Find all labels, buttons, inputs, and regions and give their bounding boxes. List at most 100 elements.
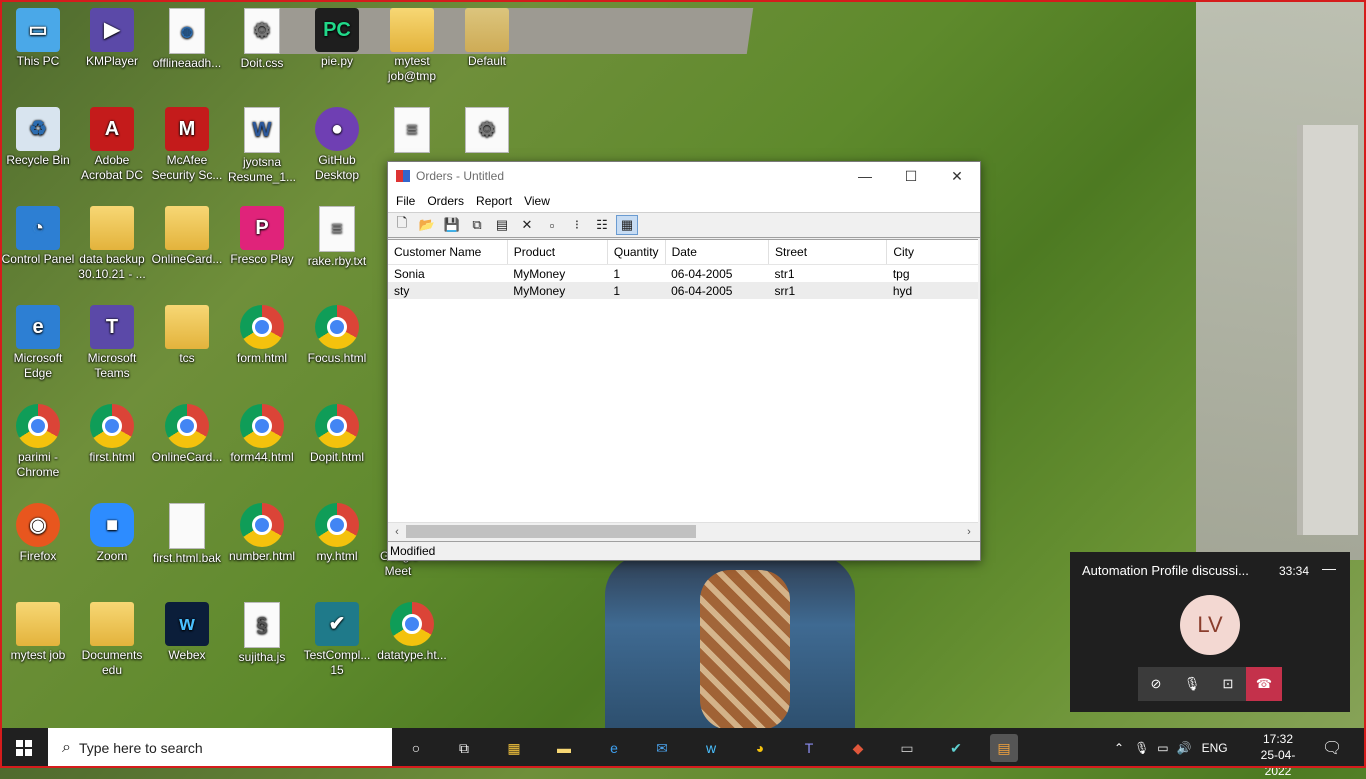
desktop-icon-mytest-job[interactable]: mytest job <box>0 602 76 663</box>
scrollbar-thumb[interactable] <box>406 525 696 538</box>
app-taskbar-icon[interactable]: ◆ <box>844 734 872 762</box>
title-bar[interactable]: Orders - Untitled — ☐ ✕ <box>388 162 980 190</box>
menu-report[interactable]: Report <box>470 194 518 208</box>
desktop-icon-control-panel[interactable]: ◔ Control Panel <box>0 206 76 267</box>
desktop-icon-mytest-job-tmp[interactable]: mytest job@tmp <box>374 8 450 84</box>
microphone-icon[interactable]: 🎙 <box>1174 667 1210 701</box>
desktop-icon-testcomplete[interactable]: ✔ TestCompl... 15 <box>299 602 375 678</box>
desktop-icon-datatype-html[interactable]: datatype.ht... <box>374 602 450 663</box>
column-header[interactable]: City <box>886 240 978 265</box>
desktop-icon-settings-shortcut[interactable]: ⚙ <box>449 107 525 155</box>
column-header[interactable]: Street <box>768 240 888 265</box>
taskbar-search[interactable]: ⌕ Type here to search <box>48 728 392 768</box>
scroll-right-icon[interactable]: › <box>961 523 977 540</box>
desktop-icon-teams[interactable]: T Microsoft Teams <box>74 305 150 381</box>
cortana-icon[interactable]: ○ <box>402 734 430 762</box>
save-icon[interactable]: 💾 <box>441 215 463 235</box>
webex-taskbar-icon[interactable]: w <box>697 734 725 768</box>
desktop-icon-doit-css[interactable]: ⚙ Doit.css <box>224 8 300 71</box>
desktop-icon-text-file[interactable]: ≡ <box>374 107 450 155</box>
column-header[interactable]: Customer Name <box>388 240 508 265</box>
orders-window[interactable]: Orders - Untitled — ☐ ✕ File Orders Repo… <box>387 161 981 561</box>
desktop-icon-form44-html[interactable]: form44.html <box>224 404 300 465</box>
desktop-icon-firefox[interactable]: ◉ Firefox <box>0 503 76 564</box>
edge-taskbar-icon[interactable]: e <box>600 734 628 768</box>
terminal-taskbar-icon[interactable]: ▭ <box>893 734 921 768</box>
desktop-icon-number-html[interactable]: number.html <box>224 503 300 564</box>
desktop-icon-kmplayer[interactable]: ▶ KMPlayer <box>74 8 150 69</box>
chrome-taskbar-icon[interactable]: ◕ <box>746 734 774 768</box>
avatar: LV <box>1180 595 1240 655</box>
desktop-icon-onlinecard-folder[interactable]: OnlineCard... <box>149 206 225 267</box>
copy-icon[interactable]: ⧉ <box>466 215 488 235</box>
orders-grid[interactable]: Customer Name Product Quantity Date Stre… <box>388 239 978 523</box>
teams-taskbar-icon[interactable]: T <box>795 734 823 768</box>
minimize-button[interactable]: — <box>842 162 888 190</box>
column-header[interactable]: Quantity <box>607 240 666 265</box>
file-explorer-icon[interactable]: ▬ <box>550 734 578 768</box>
share-screen-icon[interactable]: ⊡ <box>1210 667 1246 701</box>
desktop-icon-parimi-chrome[interactable]: parimi - Chrome <box>0 404 76 480</box>
testcomplete-taskbar-icon[interactable]: ✔ <box>942 734 970 768</box>
desktop-icon-tcs[interactable]: tcs <box>149 305 225 366</box>
menu-file[interactable]: File <box>390 194 421 208</box>
desktop-icon-onlinecard-chrome[interactable]: OnlineCard... <box>149 404 225 465</box>
table-row[interactable]: sty MyMoney 1 06-04-2005 srr1 hyd <box>388 282 978 299</box>
camera-off-icon[interactable]: ⊘ <box>1138 667 1174 701</box>
desktop-icon-fresco-play[interactable]: P Fresco Play <box>224 206 300 267</box>
column-header[interactable]: Product <box>507 240 608 265</box>
open-icon[interactable]: 📂 <box>416 215 438 235</box>
task-view-icon[interactable]: ⧉ <box>450 734 478 762</box>
language-indicator[interactable]: ENG <box>1202 741 1228 755</box>
horizontal-scrollbar[interactable]: ‹ › <box>388 522 978 540</box>
desktop-icon-form-html[interactable]: form.html <box>224 305 300 366</box>
desktop-icon-dopit-html[interactable]: Dopit.html <box>299 404 375 465</box>
column-header[interactable]: Date <box>665 240 770 265</box>
desktop-icon-webex[interactable]: w Webex <box>149 602 225 663</box>
start-button[interactable] <box>0 728 48 768</box>
properties-icon[interactable]: ▤ <box>491 215 513 235</box>
orders-app-taskbar-icon[interactable]: ▤ <box>990 734 1018 768</box>
minimize-call-button[interactable]: — <box>1322 560 1336 576</box>
desktop-icon-default[interactable]: Default <box>449 8 525 69</box>
menu-view[interactable]: View <box>518 194 556 208</box>
desktop-icon-sujitha-js[interactable]: § sujitha.js <box>224 602 300 665</box>
desktop-icon-mcafee[interactable]: M McAfee Security Sc... <box>149 107 225 183</box>
scroll-left-icon[interactable]: ‹ <box>389 523 405 540</box>
details-view-icon[interactable]: ▦ <box>616 215 638 235</box>
desktop-icon-focus-html[interactable]: Focus.html <box>299 305 375 366</box>
mail-icon[interactable]: ✉ <box>648 734 676 762</box>
desktop-icon-data-backup[interactable]: data backup 30.10.21 - ... <box>74 206 150 282</box>
desktop-icon-first-html-bak[interactable]: first.html.bak <box>149 503 225 566</box>
desktop-icon-recycle-bin[interactable]: ♻ Recycle Bin <box>0 107 76 168</box>
desktop-icon-github-desktop[interactable]: ● GitHub Desktop <box>299 107 375 183</box>
taskbar-clock[interactable]: 17:32 25-04-2022 <box>1256 731 1300 779</box>
new-icon[interactable]: 🗋 <box>391 215 413 235</box>
close-button[interactable]: ✕ <box>934 162 980 190</box>
desktop-icon-offlineaadh[interactable]: ◍ offlineaadh... <box>149 8 225 71</box>
desktop-icon-first-html[interactable]: first.html <box>74 404 150 465</box>
table-row[interactable]: Sonia MyMoney 1 06-04-2005 str1 tpg <box>388 265 978 283</box>
show-hidden-icons-icon[interactable]: ⌃ <box>1114 741 1124 755</box>
notifications-icon[interactable]: 🗨 <box>1322 738 1342 758</box>
volume-icon[interactable]: 🔊 <box>1177 741 1192 755</box>
desktop-icon-pie-py[interactable]: PC pie.py <box>299 8 375 69</box>
delete-icon[interactable]: ✕ <box>516 215 538 235</box>
maximize-button[interactable]: ☐ <box>888 162 934 190</box>
desktop-icon-rake-txt[interactable]: ≡ rake.rby.txt <box>299 206 375 269</box>
desktop-icon-this-pc[interactable]: ▭ This PC <box>0 8 76 69</box>
microphone-tray-icon[interactable]: 🎙 <box>1134 741 1149 755</box>
desktop-icon-acrobat[interactable]: A Adobe Acrobat DC <box>74 107 150 183</box>
desktop-icon-documents-edu[interactable]: Documents edu <box>74 602 150 678</box>
menu-orders[interactable]: Orders <box>421 194 470 208</box>
store-icon[interactable]: ▦ <box>500 734 528 762</box>
teams-call-window[interactable]: Automation Profile discussi... 33:34 — L… <box>1070 552 1350 712</box>
desktop-icon-jyotsna-resume[interactable]: Wjyotsna Resume_1... <box>224 107 300 185</box>
desktop-icon-edge[interactable]: e Microsoft Edge <box>0 305 76 381</box>
list-view-icon[interactable]: ☷ <box>591 215 613 235</box>
large-icons-icon[interactable]: ▫ <box>541 215 563 235</box>
network-icon[interactable]: ▭ <box>1157 741 1168 755</box>
hang-up-button[interactable]: ☎ <box>1246 667 1282 701</box>
desktop-icon-zoom[interactable]: ■ Zoom <box>74 503 150 564</box>
small-icons-icon[interactable]: ⁝ <box>566 215 588 235</box>
